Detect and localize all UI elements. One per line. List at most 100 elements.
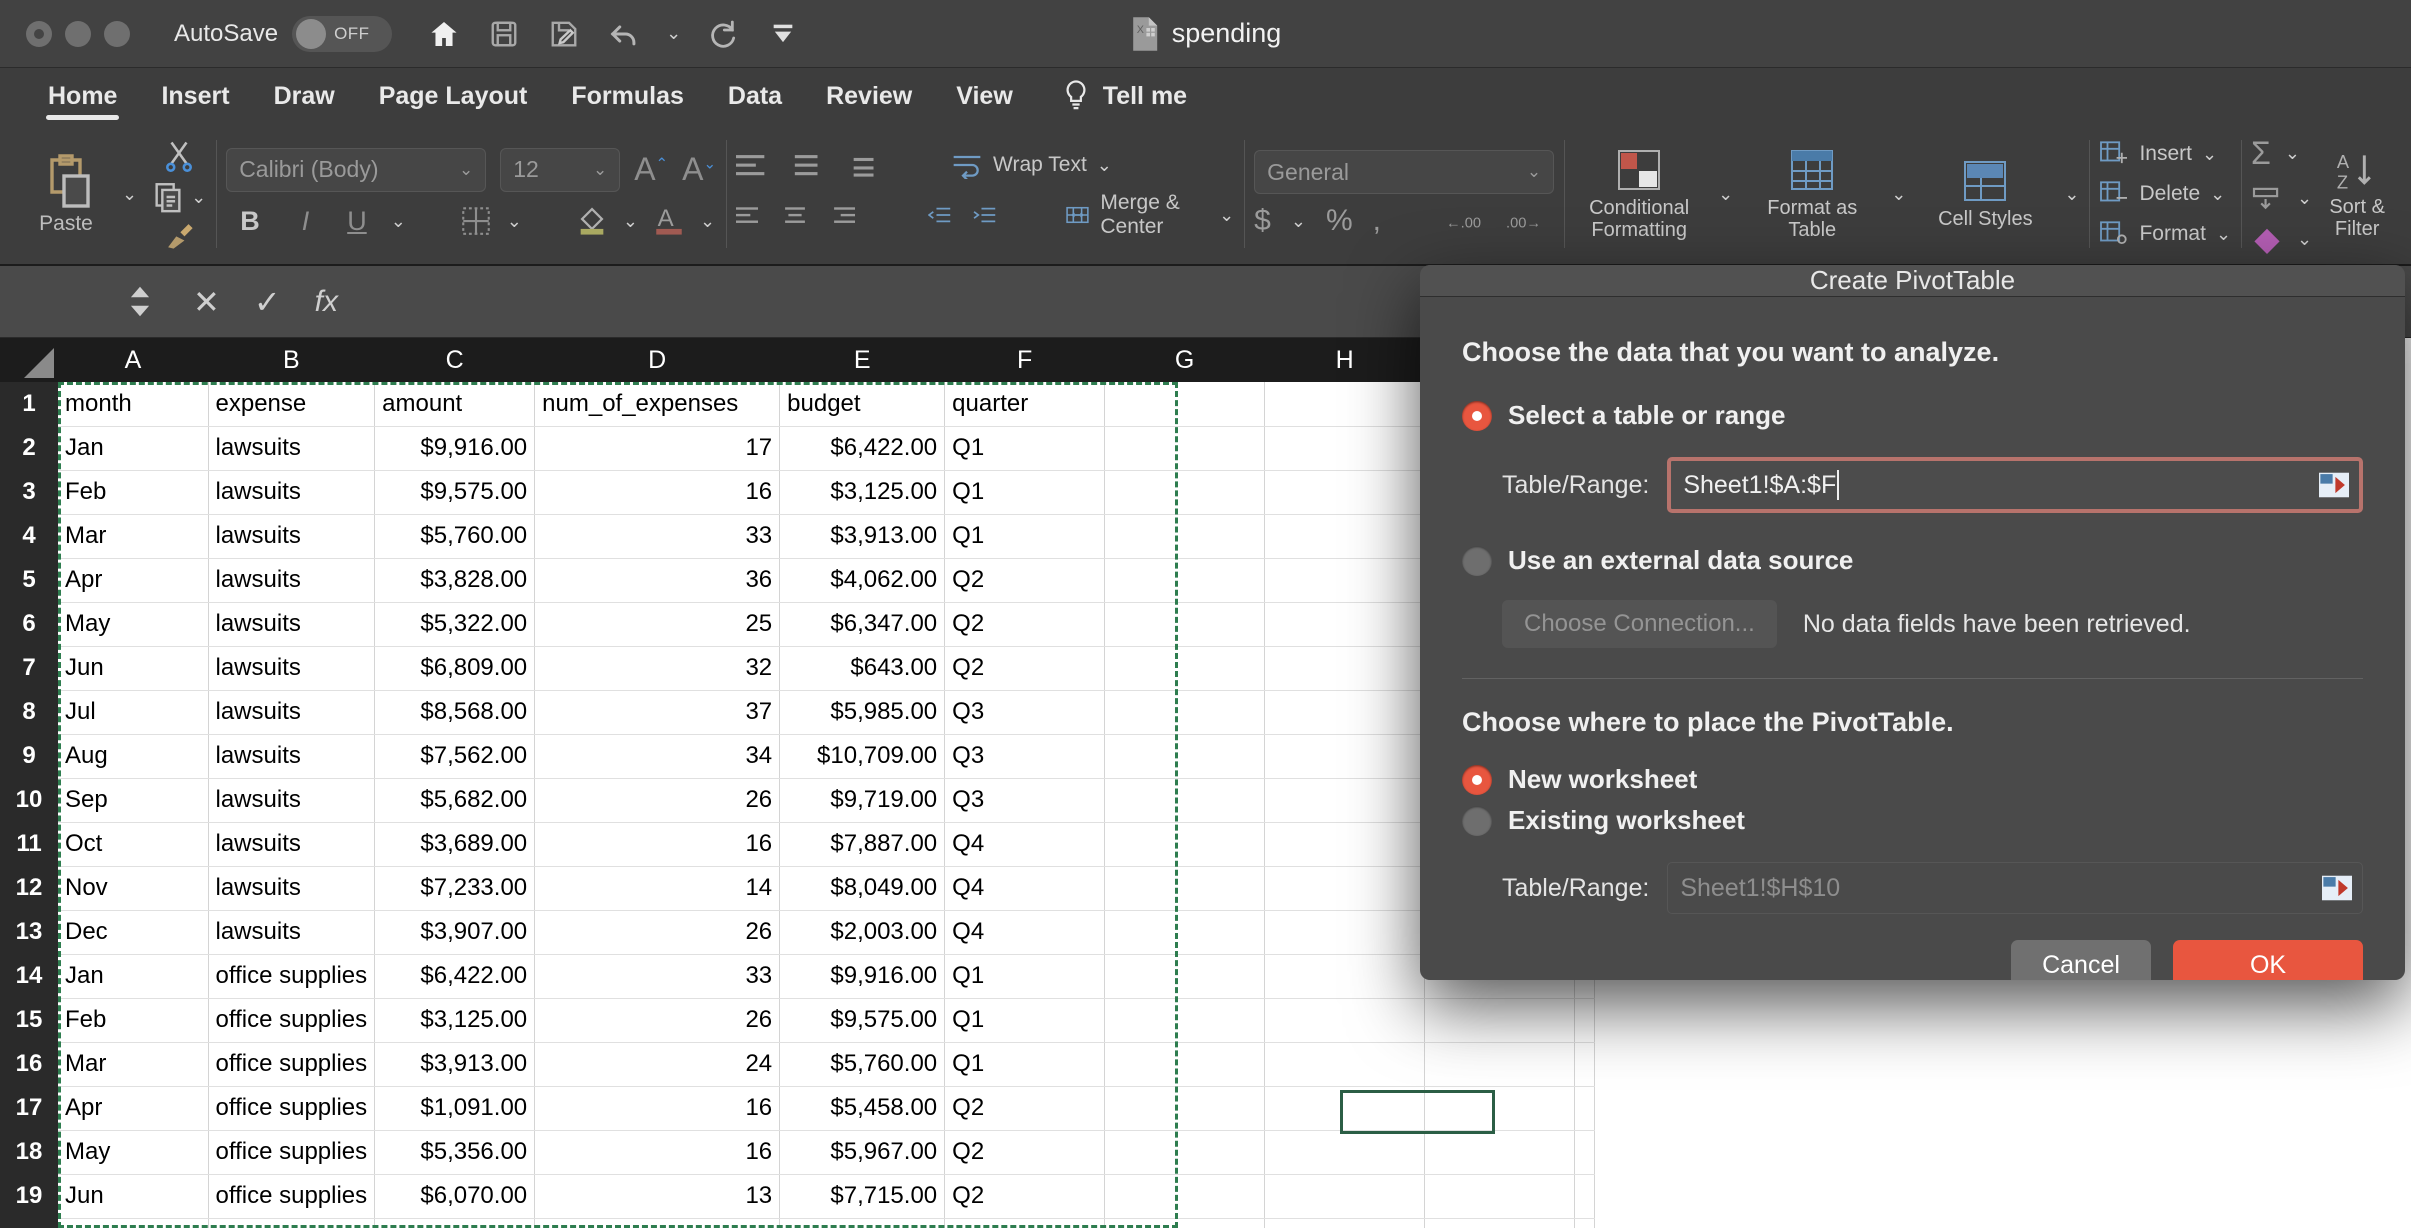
table-row[interactable]: 17Aproffice supplies$1,091.0016$5,458.00… bbox=[0, 1086, 1595, 1130]
close-window-button[interactable] bbox=[26, 21, 52, 47]
cancel-icon[interactable]: ✕ bbox=[193, 283, 220, 321]
cell-E6[interactable]: $6,347.00 bbox=[780, 602, 945, 646]
cell-E20[interactable]: $9,712.00 bbox=[780, 1218, 945, 1228]
cell-G12[interactable] bbox=[1105, 866, 1265, 910]
source-range-input[interactable]: Sheet1!$A:$F bbox=[1667, 457, 2363, 513]
cell-D4[interactable]: 33 bbox=[535, 514, 780, 558]
cell-A7[interactable]: Jun bbox=[58, 646, 208, 690]
cell-C17[interactable]: $1,091.00 bbox=[375, 1086, 535, 1130]
redo-icon[interactable] bbox=[705, 16, 741, 52]
cell-E3[interactable]: $3,125.00 bbox=[780, 470, 945, 514]
cell-B5[interactable]: lawsuits bbox=[208, 558, 375, 602]
grow-font-button[interactable]: A⌃ bbox=[634, 151, 668, 188]
merge-center-button[interactable]: Merge & Center ⌄ bbox=[1065, 191, 1234, 239]
destination-range-picker-icon[interactable] bbox=[2322, 875, 2352, 901]
cell-C2[interactable]: $9,916.00 bbox=[375, 426, 535, 470]
tab-home[interactable]: Home bbox=[26, 68, 139, 124]
cell-C11[interactable]: $3,689.00 bbox=[375, 822, 535, 866]
cell-A11[interactable]: Oct bbox=[58, 822, 208, 866]
cell-E17[interactable]: $5,458.00 bbox=[780, 1086, 945, 1130]
cell-G20[interactable] bbox=[1105, 1218, 1265, 1228]
sort-filter-button[interactable]: AZ Sort & Filter bbox=[2312, 148, 2402, 240]
cell-C5[interactable]: $3,828.00 bbox=[375, 558, 535, 602]
save-as-icon[interactable] bbox=[546, 16, 582, 52]
cell-I20[interactable] bbox=[1425, 1218, 1575, 1228]
cell-F10[interactable]: Q3 bbox=[945, 778, 1105, 822]
cell-G2[interactable] bbox=[1105, 426, 1265, 470]
cell-H9[interactable] bbox=[1265, 734, 1425, 778]
cell-H18[interactable] bbox=[1265, 1130, 1425, 1174]
percent-format-button[interactable]: % bbox=[1326, 204, 1353, 238]
cell-G16[interactable] bbox=[1105, 1042, 1265, 1086]
cell-F17[interactable]: Q2 bbox=[945, 1086, 1105, 1130]
row-header-16[interactable]: 16 bbox=[0, 1042, 58, 1086]
cell-B3[interactable]: lawsuits bbox=[208, 470, 375, 514]
cell-I17[interactable] bbox=[1425, 1086, 1575, 1130]
cell-F13[interactable]: Q4 bbox=[945, 910, 1105, 954]
cell-J17[interactable] bbox=[1575, 1086, 1595, 1130]
cell-G6[interactable] bbox=[1105, 602, 1265, 646]
cell-B13[interactable]: lawsuits bbox=[208, 910, 375, 954]
row-header-12[interactable]: 12 bbox=[0, 866, 58, 910]
cell-H14[interactable] bbox=[1265, 954, 1425, 998]
font-color-button[interactable]: A bbox=[652, 202, 686, 241]
row-header-1[interactable]: 1 bbox=[0, 382, 58, 426]
radio-external-data-source[interactable] bbox=[1462, 546, 1492, 576]
cell-F14[interactable]: Q1 bbox=[945, 954, 1105, 998]
font-family-select[interactable]: Calibri (Body) ⌄ bbox=[226, 148, 486, 192]
format-as-table-button[interactable]: Format as Table bbox=[1747, 147, 1877, 241]
cell-I16[interactable] bbox=[1425, 1042, 1575, 1086]
cell-D7[interactable]: 32 bbox=[535, 646, 780, 690]
underline-chevron-icon[interactable]: ⌄ bbox=[391, 211, 406, 232]
cell-G14[interactable] bbox=[1105, 954, 1265, 998]
cell-G3[interactable] bbox=[1105, 470, 1265, 514]
cell-B4[interactable]: lawsuits bbox=[208, 514, 375, 558]
wrap-text-chevron-icon[interactable]: ⌄ bbox=[1097, 155, 1112, 176]
fill-color-button[interactable] bbox=[575, 202, 609, 241]
cell-F9[interactable]: Q3 bbox=[945, 734, 1105, 778]
cell-H17[interactable] bbox=[1265, 1086, 1425, 1130]
table-row[interactable]: 12Novlawsuits$7,233.0014$8,049.00Q4 bbox=[0, 866, 1595, 910]
cell-C4[interactable]: $5,760.00 bbox=[375, 514, 535, 558]
cell-C9[interactable]: $7,562.00 bbox=[375, 734, 535, 778]
row-header-18[interactable]: 18 bbox=[0, 1130, 58, 1174]
comma-format-button[interactable]: , bbox=[1373, 204, 1381, 238]
row-header-3[interactable]: 3 bbox=[0, 470, 58, 514]
tab-review[interactable]: Review bbox=[804, 68, 934, 124]
cell-A13[interactable]: Dec bbox=[58, 910, 208, 954]
cell-H19[interactable] bbox=[1265, 1174, 1425, 1218]
cell-C15[interactable]: $3,125.00 bbox=[375, 998, 535, 1042]
cell-B18[interactable]: office supplies bbox=[208, 1130, 375, 1174]
tell-me-button[interactable]: Tell me bbox=[1035, 79, 1187, 113]
cell-H2[interactable] bbox=[1265, 426, 1425, 470]
cell-A5[interactable]: Apr bbox=[58, 558, 208, 602]
cell-A2[interactable]: Jan bbox=[58, 426, 208, 470]
borders-chevron-icon[interactable]: ⌄ bbox=[507, 211, 522, 232]
table-row[interactable]: 18Mayoffice supplies$5,356.0016$5,967.00… bbox=[0, 1130, 1595, 1174]
cell-B16[interactable]: office supplies bbox=[208, 1042, 375, 1086]
tab-insert[interactable]: Insert bbox=[139, 68, 251, 124]
option-new-worksheet[interactable]: New worksheet bbox=[1462, 764, 2363, 795]
row-header-8[interactable]: 8 bbox=[0, 690, 58, 734]
cell-A1[interactable]: month bbox=[58, 382, 208, 426]
cell-C7[interactable]: $6,809.00 bbox=[375, 646, 535, 690]
fill-color-chevron-icon[interactable]: ⌄ bbox=[623, 211, 638, 232]
table-row[interactable]: 19Junoffice supplies$6,070.0013$7,715.00… bbox=[0, 1174, 1595, 1218]
cell-styles-chevron-icon[interactable]: ⌄ bbox=[2064, 184, 2079, 205]
range-picker-icon[interactable] bbox=[2319, 472, 2349, 498]
cancel-button[interactable]: Cancel bbox=[2011, 940, 2151, 980]
column-header-a[interactable]: A bbox=[58, 338, 208, 382]
row-header-7[interactable]: 7 bbox=[0, 646, 58, 690]
cell-F8[interactable]: Q3 bbox=[945, 690, 1105, 734]
cell-D18[interactable]: 16 bbox=[535, 1130, 780, 1174]
cell-C13[interactable]: $3,907.00 bbox=[375, 910, 535, 954]
cell-D5[interactable]: 36 bbox=[535, 558, 780, 602]
delete-cells-button[interactable]: Delete ⌄ bbox=[2099, 181, 2231, 207]
cell-G4[interactable] bbox=[1105, 514, 1265, 558]
cell-G1[interactable] bbox=[1105, 382, 1265, 426]
minimize-window-button[interactable] bbox=[65, 21, 91, 47]
cell-E14[interactable]: $9,916.00 bbox=[780, 954, 945, 998]
table-row[interactable]: 20Juloffice supplies$3,271.003$9,712.00Q… bbox=[0, 1218, 1595, 1228]
conditional-formatting-chevron-icon[interactable]: ⌄ bbox=[1718, 184, 1733, 205]
paste-button[interactable]: Paste bbox=[10, 152, 122, 236]
